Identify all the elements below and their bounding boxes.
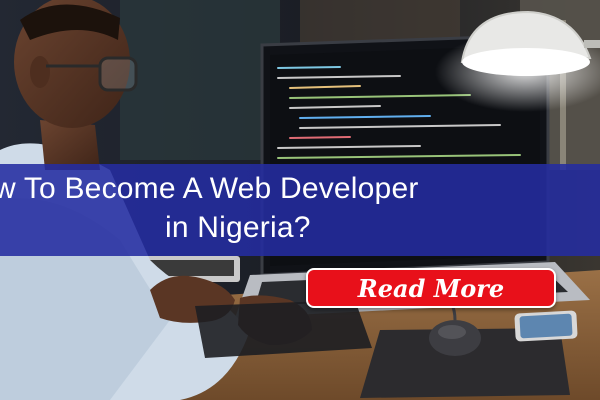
smartphone-icon [514,310,578,342]
read-more-button[interactable]: Read More [306,268,556,308]
article-banner: w To Become A Web Developer in Nigeria? … [0,0,600,400]
article-title-line-1: w To Become A Web Developer [0,172,419,205]
article-title-line-2: in Nigeria? [165,211,311,244]
